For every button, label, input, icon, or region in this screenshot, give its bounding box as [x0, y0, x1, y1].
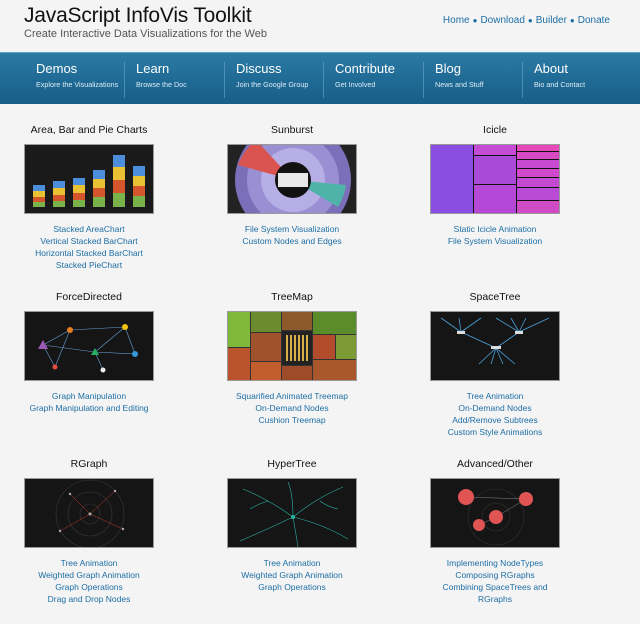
nav-divider: [323, 62, 324, 98]
demo-links: Stacked AreaChart Vertical Stacked BarCh…: [0, 223, 189, 271]
advanced-thumbnail[interactable]: [430, 478, 560, 548]
demo-link[interactable]: Graph Operations: [192, 581, 392, 593]
cell-title: TreeMap: [271, 291, 313, 303]
hypertree-thumbnail[interactable]: [227, 478, 357, 548]
nav-item-about[interactable]: About Bio and Contact: [534, 61, 585, 99]
demo-link[interactable]: Graph Operations: [0, 581, 189, 593]
demo-link[interactable]: Weighted Graph Animation: [0, 569, 189, 581]
icicle-thumbnail[interactable]: [430, 144, 560, 214]
nav-divider: [522, 62, 523, 98]
demo-link[interactable]: Graph Manipulation and Editing: [0, 402, 189, 414]
demo-link[interactable]: Weighted Graph Animation: [192, 569, 392, 581]
demo-link[interactable]: Composing RGraphs: [395, 569, 595, 581]
demo-link[interactable]: Tree Animation: [192, 557, 392, 569]
main-nav: Demos Explore the Visualizations Learn B…: [0, 52, 640, 104]
nav-divider: [224, 62, 225, 98]
nav-title: Demos: [36, 61, 78, 76]
bullet-icon: ●: [569, 16, 575, 25]
gallery-cell-charts: Area, Bar and Pie Charts Stacked AreaCha…: [0, 124, 189, 271]
demo-link[interactable]: Stacked AreaChart: [0, 223, 189, 235]
demo-link[interactable]: Custom Style Animations: [395, 426, 595, 438]
gallery-cell-rgraph: RGraph Tree Animation Weighted Graph Ani…: [0, 458, 189, 605]
cell-title: Sunburst: [270, 124, 314, 136]
demo-link[interactable]: File System Visualization: [395, 235, 595, 247]
nav-item-discuss[interactable]: Discuss Join the Google Group: [236, 61, 308, 99]
gallery-cell-treemap: TreeMap Squarified Animated Treemap On-D…: [192, 291, 392, 426]
nav-title: Learn: [136, 61, 170, 76]
gallery-cell-advanced: Advanced/Other Implementing NodeTypes Co…: [395, 458, 595, 605]
demo-link[interactable]: On-Demand Nodes: [192, 402, 392, 414]
demo-link[interactable]: Cushion Treemap: [192, 414, 392, 426]
sunburst-thumbnail[interactable]: [227, 144, 357, 214]
nav-item-demos[interactable]: Demos Explore the Visualizations: [36, 61, 118, 99]
home-link[interactable]: Home: [443, 15, 470, 26]
site-header: JavaScript InfoVis Toolkit Create Intera…: [0, 0, 640, 52]
demo-link[interactable]: Squarified Animated Treemap: [192, 390, 392, 402]
stacked-barchart-thumbnail[interactable]: [24, 144, 154, 214]
treemap-thumbnail[interactable]: [227, 311, 357, 381]
demo-link[interactable]: Static Icicle Animation: [395, 223, 595, 235]
bullet-icon: ●: [472, 16, 478, 25]
gallery-cell-forcedirected: ForceDirected Graph Manipulation Graph M…: [0, 291, 189, 414]
bullet-icon: ●: [527, 16, 533, 25]
nav-title: About: [534, 61, 568, 76]
nav-subtitle: Get Involved: [335, 80, 376, 89]
cell-title: Area, Bar and Pie Charts: [30, 124, 148, 136]
cell-title: Icicle: [483, 124, 507, 136]
cell-title: SpaceTree: [469, 291, 521, 303]
demo-link[interactable]: RGraphs: [395, 593, 595, 605]
demo-links: Implementing NodeTypes Composing RGraphs…: [395, 557, 595, 605]
cell-title: ForceDirected: [56, 291, 122, 303]
site-tagline: Create Interactive Data Visualizations f…: [24, 28, 267, 40]
demo-links: Squarified Animated Treemap On-Demand No…: [192, 390, 392, 426]
rgraph-thumbnail[interactable]: [24, 478, 154, 548]
demo-links: Static Icicle Animation File System Visu…: [395, 223, 595, 247]
demo-links: Tree Animation Weighted Graph Animation …: [192, 557, 392, 593]
nav-title: Blog: [435, 61, 462, 76]
nav-subtitle: Bio and Contact: [534, 80, 586, 89]
gallery-cell-sunburst: Sunburst File System Visualization Custo…: [192, 124, 392, 247]
top-links: Home ● Download ● Builder ● Donate: [443, 15, 610, 26]
nav-divider: [423, 62, 424, 98]
demo-link[interactable]: Tree Animation: [395, 390, 595, 402]
nav-item-blog[interactable]: Blog News and Stuff: [435, 61, 484, 99]
download-link[interactable]: Download: [480, 15, 524, 26]
cell-title: RGraph: [70, 458, 108, 470]
nav-subtitle: Explore the Visualizations: [36, 80, 119, 89]
demo-links: Graph Manipulation Graph Manipulation an…: [0, 390, 189, 414]
demo-link[interactable]: Drag and Drop Nodes: [0, 593, 189, 605]
demo-link[interactable]: Implementing NodeTypes: [395, 557, 595, 569]
nav-divider: [124, 62, 125, 98]
demo-links: File System Visualization Custom Nodes a…: [192, 223, 392, 247]
demo-link[interactable]: Custom Nodes and Edges: [192, 235, 392, 247]
demo-link[interactable]: Horizontal Stacked BarChart: [0, 247, 189, 259]
demo-link[interactable]: Graph Manipulation: [0, 390, 189, 402]
demo-links: Tree Animation Weighted Graph Animation …: [0, 557, 189, 605]
demo-links: Tree Animation On-Demand Nodes Add/Remov…: [395, 390, 595, 438]
nav-subtitle: News and Stuff: [435, 80, 484, 89]
site-title[interactable]: JavaScript InfoVis Toolkit: [24, 4, 252, 28]
gallery-cell-hypertree: HyperTree Tree Animation Weighted Graph …: [192, 458, 392, 593]
gallery-cell-icicle: Icicle Static Icicle Animation File Syst…: [395, 124, 595, 247]
demo-link[interactable]: Tree Animation: [0, 557, 189, 569]
demo-link[interactable]: Combining SpaceTrees and: [395, 581, 595, 593]
cell-title: HyperTree: [267, 458, 317, 470]
demo-link[interactable]: Add/Remove Subtrees: [395, 414, 595, 426]
nav-title: Discuss: [236, 61, 282, 76]
forcedirected-thumbnail[interactable]: [24, 311, 154, 381]
donate-link[interactable]: Donate: [578, 15, 610, 26]
spacetree-thumbnail[interactable]: [430, 311, 560, 381]
nav-subtitle: Browse the Doc: [136, 80, 187, 89]
nav-item-contribute[interactable]: Contribute Get Involved: [335, 61, 395, 99]
builder-link[interactable]: Builder: [536, 15, 567, 26]
demo-link[interactable]: File System Visualization: [192, 223, 392, 235]
nav-title: Contribute: [335, 61, 395, 76]
demo-link[interactable]: On-Demand Nodes: [395, 402, 595, 414]
nav-subtitle: Join the Google Group: [236, 80, 309, 89]
demo-link[interactable]: Vertical Stacked BarChart: [0, 235, 189, 247]
gallery-cell-spacetree: SpaceTree Tree Animation On-Demand Nodes…: [395, 291, 595, 438]
cell-title: Advanced/Other: [457, 458, 533, 470]
demo-link[interactable]: Stacked PieChart: [0, 259, 189, 271]
nav-item-learn[interactable]: Learn Browse the Doc: [136, 61, 187, 99]
